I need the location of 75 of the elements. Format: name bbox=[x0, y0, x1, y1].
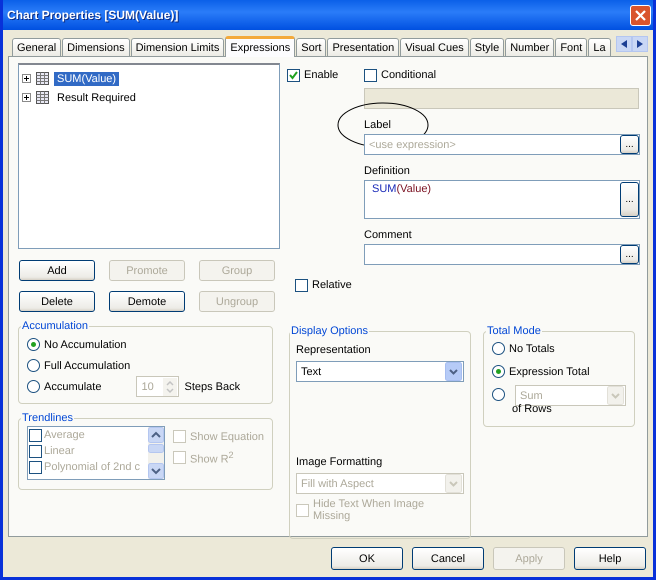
dialog-button[interactable]: Cancel bbox=[412, 547, 484, 570]
field-label: Label bbox=[364, 119, 392, 133]
chevron-down-icon bbox=[445, 474, 462, 493]
chevron-down-icon bbox=[607, 386, 624, 405]
group-title: Accumulation bbox=[21, 320, 90, 332]
checkbox[interactable] bbox=[364, 68, 377, 82]
radio-label: No Accumulation bbox=[44, 338, 127, 350]
radio-button[interactable] bbox=[27, 359, 40, 372]
tab[interactable]: Expressions bbox=[225, 36, 296, 57]
left-triangle-icon bbox=[621, 40, 627, 48]
checkbox-label: Enable bbox=[304, 69, 338, 81]
checkbox[interactable] bbox=[287, 68, 300, 82]
action-button[interactable]: Delete bbox=[19, 291, 95, 312]
close-icon bbox=[635, 10, 646, 20]
condition-field[interactable] bbox=[364, 88, 639, 109]
tab[interactable]: Style bbox=[470, 38, 504, 56]
radio-button[interactable] bbox=[492, 342, 505, 355]
tree-item[interactable]: Result Required bbox=[54, 90, 139, 104]
trendline-label: Polynomial of 2nd c bbox=[44, 461, 140, 473]
radio-button[interactable] bbox=[27, 338, 40, 351]
comment-field[interactable] bbox=[364, 244, 640, 265]
checkbox-label: Hide Text When Image Missing bbox=[313, 498, 426, 522]
expand-plus-icon[interactable] bbox=[22, 74, 31, 83]
tab[interactable]: Dimension Limits bbox=[130, 38, 224, 56]
radio-button[interactable] bbox=[492, 388, 505, 401]
trendline-label: Linear bbox=[44, 445, 75, 457]
field-label: Image Formatting bbox=[296, 456, 384, 470]
tab[interactable]: La bbox=[588, 38, 611, 56]
tab[interactable]: Visual Cues bbox=[400, 38, 469, 56]
radio-button[interactable] bbox=[492, 365, 505, 378]
window-title: Chart Properties [SUM(Value)] bbox=[7, 8, 178, 22]
close-button[interactable] bbox=[630, 4, 651, 26]
checkbox[interactable] bbox=[295, 278, 308, 292]
dialog-button[interactable]: OK bbox=[331, 547, 403, 570]
browse-button[interactable]: ... bbox=[620, 135, 639, 154]
radio-label: Expression Total bbox=[509, 366, 590, 378]
checkbox-label: Conditional bbox=[381, 69, 436, 81]
checkbox-label: Show Equation bbox=[190, 430, 264, 442]
checkbox-label: Relative bbox=[312, 279, 352, 291]
tab[interactable]: Number bbox=[505, 38, 554, 56]
tab[interactable]: Font bbox=[555, 38, 588, 56]
group-title: Display Options bbox=[290, 325, 370, 337]
chevron-down-icon bbox=[445, 362, 462, 381]
tab[interactable]: Dimensions bbox=[62, 38, 130, 56]
tab[interactable]: Sort bbox=[296, 38, 326, 56]
dialog-button[interactable]: Help bbox=[574, 547, 646, 570]
right-triangle-icon bbox=[637, 40, 643, 48]
action-button[interactable]: Demote bbox=[109, 291, 185, 312]
trendline-label: Average bbox=[44, 429, 85, 441]
group-title: Trendlines bbox=[21, 412, 74, 424]
field-label: Definition bbox=[364, 165, 411, 179]
expand-plus-icon[interactable] bbox=[22, 93, 31, 102]
tab[interactable]: General bbox=[12, 38, 62, 56]
radio-label: No Totals bbox=[509, 342, 555, 354]
tab-scroll-left-button[interactable] bbox=[616, 36, 632, 52]
tab[interactable]: Presentation bbox=[327, 38, 400, 56]
spin-arrows-icon bbox=[163, 378, 178, 396]
browse-button[interactable]: ... bbox=[620, 245, 639, 264]
of-rows-label: of Rows bbox=[512, 403, 553, 415]
scrollbar-drawing[interactable] bbox=[148, 427, 164, 479]
tab-scroll-right-button[interactable] bbox=[632, 36, 648, 52]
radio-button[interactable] bbox=[27, 380, 40, 393]
browse-button[interactable]: ... bbox=[620, 182, 639, 217]
tree-item[interactable]: SUM(Value) bbox=[54, 72, 120, 86]
table-icon bbox=[36, 91, 49, 104]
field-label: Comment bbox=[364, 229, 413, 243]
representation-dropdown[interactable]: Text bbox=[296, 361, 464, 382]
checkbox-label: Show R$^{2}$ bbox=[190, 450, 234, 466]
action-button[interactable]: Add bbox=[19, 260, 95, 281]
steps-back-label: Steps Back bbox=[184, 380, 240, 392]
radio-label: Full Accumulation bbox=[44, 360, 130, 372]
table-icon bbox=[36, 72, 49, 85]
field-label: Representation bbox=[296, 344, 372, 358]
group-title: Total Mode bbox=[486, 325, 542, 337]
radio-label: Accumulate bbox=[44, 380, 102, 392]
